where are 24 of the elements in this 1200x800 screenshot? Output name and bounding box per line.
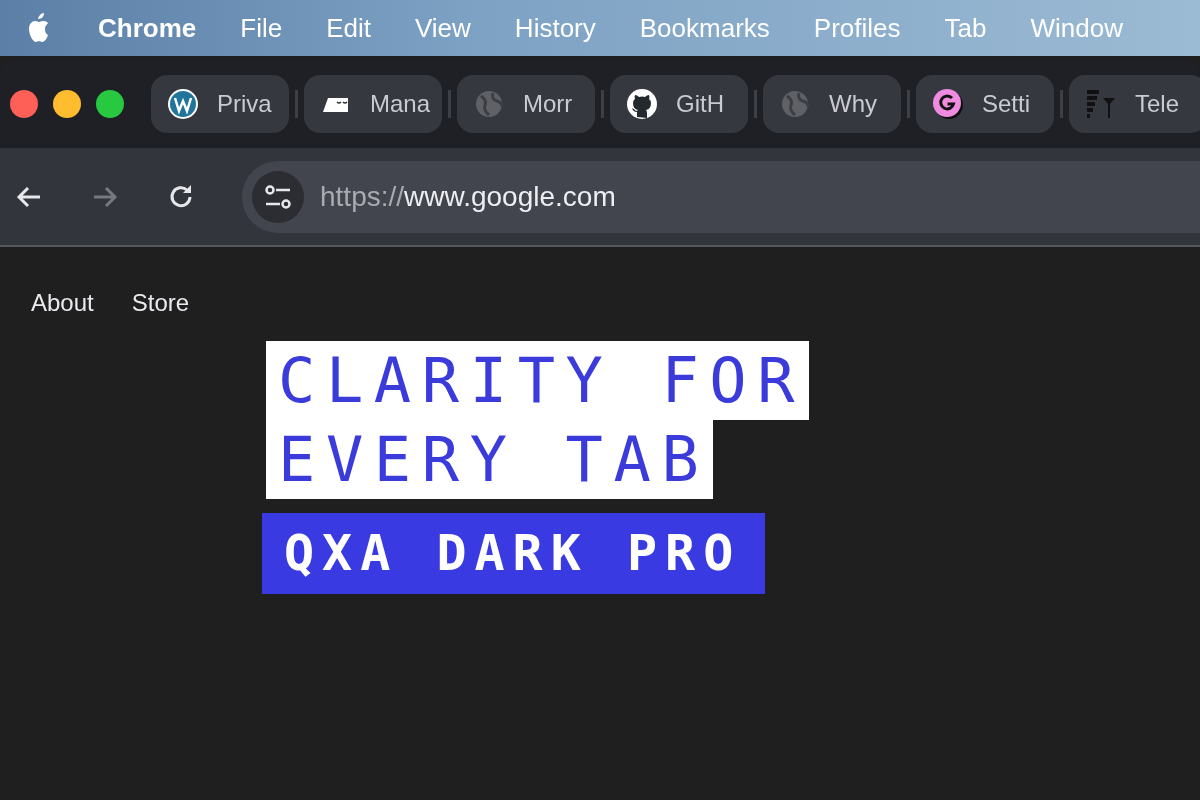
nav-link[interactable]: Store <box>131 289 190 317</box>
w-logo-icon <box>167 88 199 120</box>
browser-tab[interactable]: GitH <box>610 75 748 133</box>
nav-link[interactable]: About <box>31 289 94 317</box>
browser-tab[interactable]: Setti <box>916 75 1054 133</box>
subtitle-banner: QXA DARK PRO <box>262 513 766 594</box>
address-bar[interactable]: https://www.google.com <box>242 160 1200 233</box>
bars-icon <box>1085 88 1117 120</box>
sliders-icon <box>264 184 292 209</box>
globe-icon <box>779 88 811 120</box>
globe-icon <box>473 88 505 120</box>
app-menu[interactable]: Chrome <box>54 12 219 44</box>
browser-tab[interactable]: Why <box>763 75 901 133</box>
browser-tab[interactable]: Mana <box>304 75 442 133</box>
close-window-button[interactable] <box>10 90 38 118</box>
browser-tab[interactable]: Morr <box>457 75 595 133</box>
minimize-window-button[interactable] <box>53 90 81 118</box>
browser-tab[interactable]: Tele <box>1069 75 1200 133</box>
cat-logo-icon <box>626 88 658 120</box>
browser-tab[interactable]: Priva <box>151 75 289 133</box>
letter-g-icon <box>932 88 964 120</box>
zoom-window-button[interactable] <box>96 90 124 118</box>
url-text: https://www.google.com <box>320 180 616 213</box>
site-settings-button[interactable] <box>252 170 304 223</box>
